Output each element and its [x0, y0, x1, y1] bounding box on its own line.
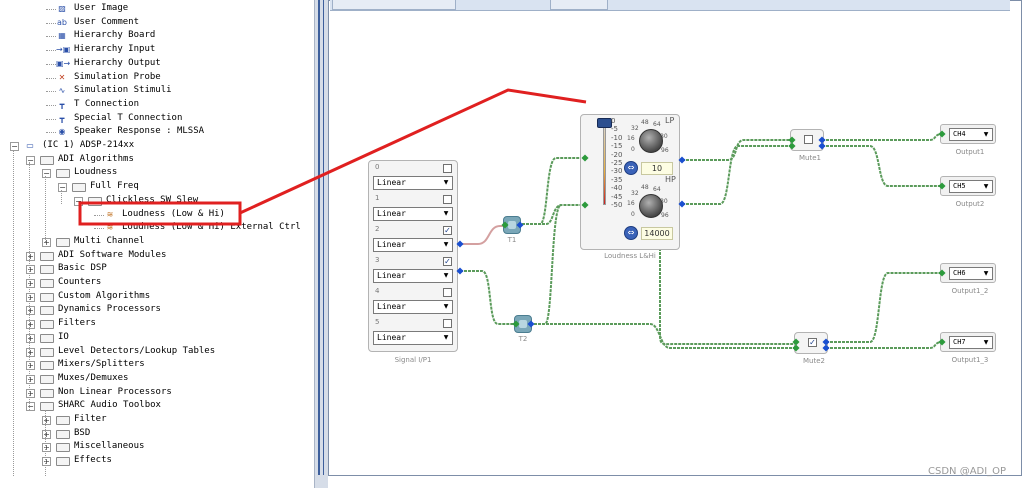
watermark: CSDN @ADI_OP	[928, 466, 1007, 477]
annotation-arrow-line	[239, 88, 587, 215]
annotation-layer	[78, 88, 587, 226]
annotation-highlight-box	[78, 201, 242, 226]
